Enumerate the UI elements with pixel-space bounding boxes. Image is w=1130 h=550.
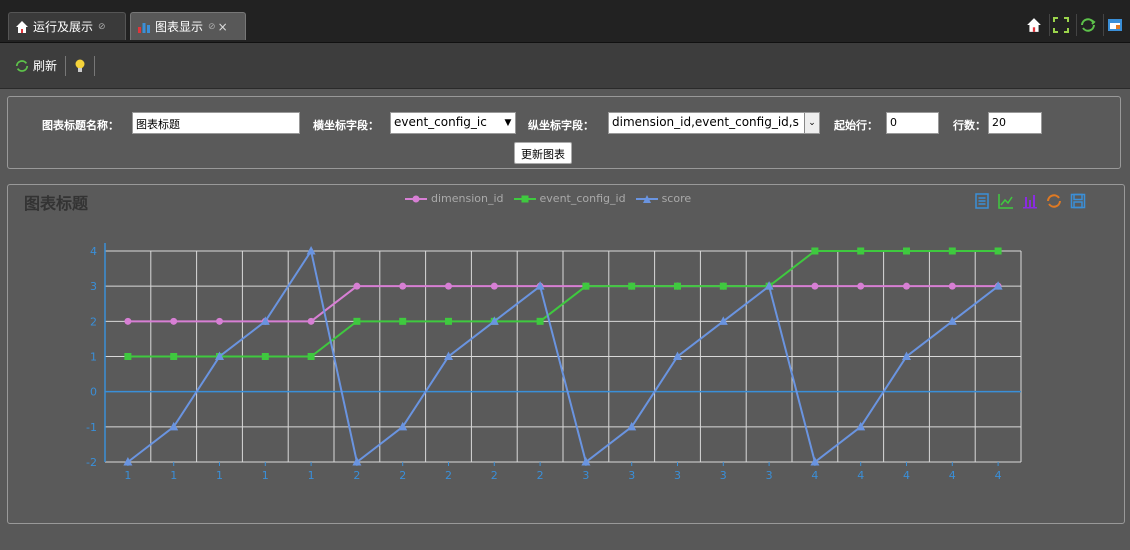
x-tick-label: 4 [949,469,956,482]
data-point [170,317,178,325]
x-tick-label: 4 [995,469,1002,482]
data-point [216,317,223,325]
data-point [673,351,682,360]
data-point [903,282,910,290]
data-point [123,457,133,466]
x-tick-label: 1 [170,469,177,482]
x-tick-label: 3 [766,469,773,482]
x-tick-label: 1 [308,469,315,482]
data-point [353,317,361,325]
x-tick-label: 3 [628,469,635,482]
data-point [857,282,865,290]
x-tick-label: 2 [491,469,498,482]
data-point [307,317,315,325]
data-point [719,282,727,290]
data-point [490,282,498,290]
data-point [903,247,910,255]
y-tick-label: 0 [90,386,97,399]
data-point [718,316,728,325]
y-tick-label: 3 [90,280,97,293]
data-point [948,247,956,255]
data-point [170,353,178,360]
data-point [536,317,544,325]
x-tick-label: 1 [216,469,223,482]
data-point [124,317,132,325]
chart-canvas: -2 -1 0 1 2 3 4 1 1 1 1 1 2 2 2 2 2 3 3 3 3 3 4 4 4 4 4 [86,243,1022,482]
data-point [811,282,819,290]
x-tick-label: 1 [124,469,131,482]
data-point [445,282,452,290]
x-tick-label: 4 [857,469,864,482]
data-point [902,351,911,360]
data-point [261,353,269,360]
y-tick-label: 1 [90,351,97,364]
data-point [811,247,819,255]
data-point [948,282,956,290]
data-point [353,282,361,290]
y-tick-label: 4 [90,245,97,258]
data-point [352,457,362,466]
x-tick-label: 2 [399,469,406,482]
data-point [444,351,453,360]
x-tick-label: 4 [811,469,818,482]
data-point [307,353,315,360]
data-point [399,282,407,290]
data-point [628,282,636,290]
y-tick-label: -2 [86,456,97,469]
x-tick-label: 1 [262,469,269,482]
data-point [306,246,316,255]
data-point [674,282,681,290]
x-tick-label: 2 [353,469,360,482]
data-point [810,457,820,466]
data-point [582,282,590,290]
y-tick-label: -1 [86,421,97,434]
x-tick-label: 3 [674,469,681,482]
data-point [857,247,865,255]
y-tick-label: 2 [90,315,97,328]
x-tick-label: 4 [903,469,910,482]
x-tick-label: 3 [720,469,727,482]
x-tick-label: 2 [537,469,544,482]
data-point [124,353,132,360]
data-point [399,317,407,325]
data-point [581,457,591,466]
x-tick-label: 2 [445,469,452,482]
data-point [947,316,957,325]
x-tick-label: 3 [582,469,589,482]
data-point [445,317,452,325]
data-point [994,247,1002,255]
